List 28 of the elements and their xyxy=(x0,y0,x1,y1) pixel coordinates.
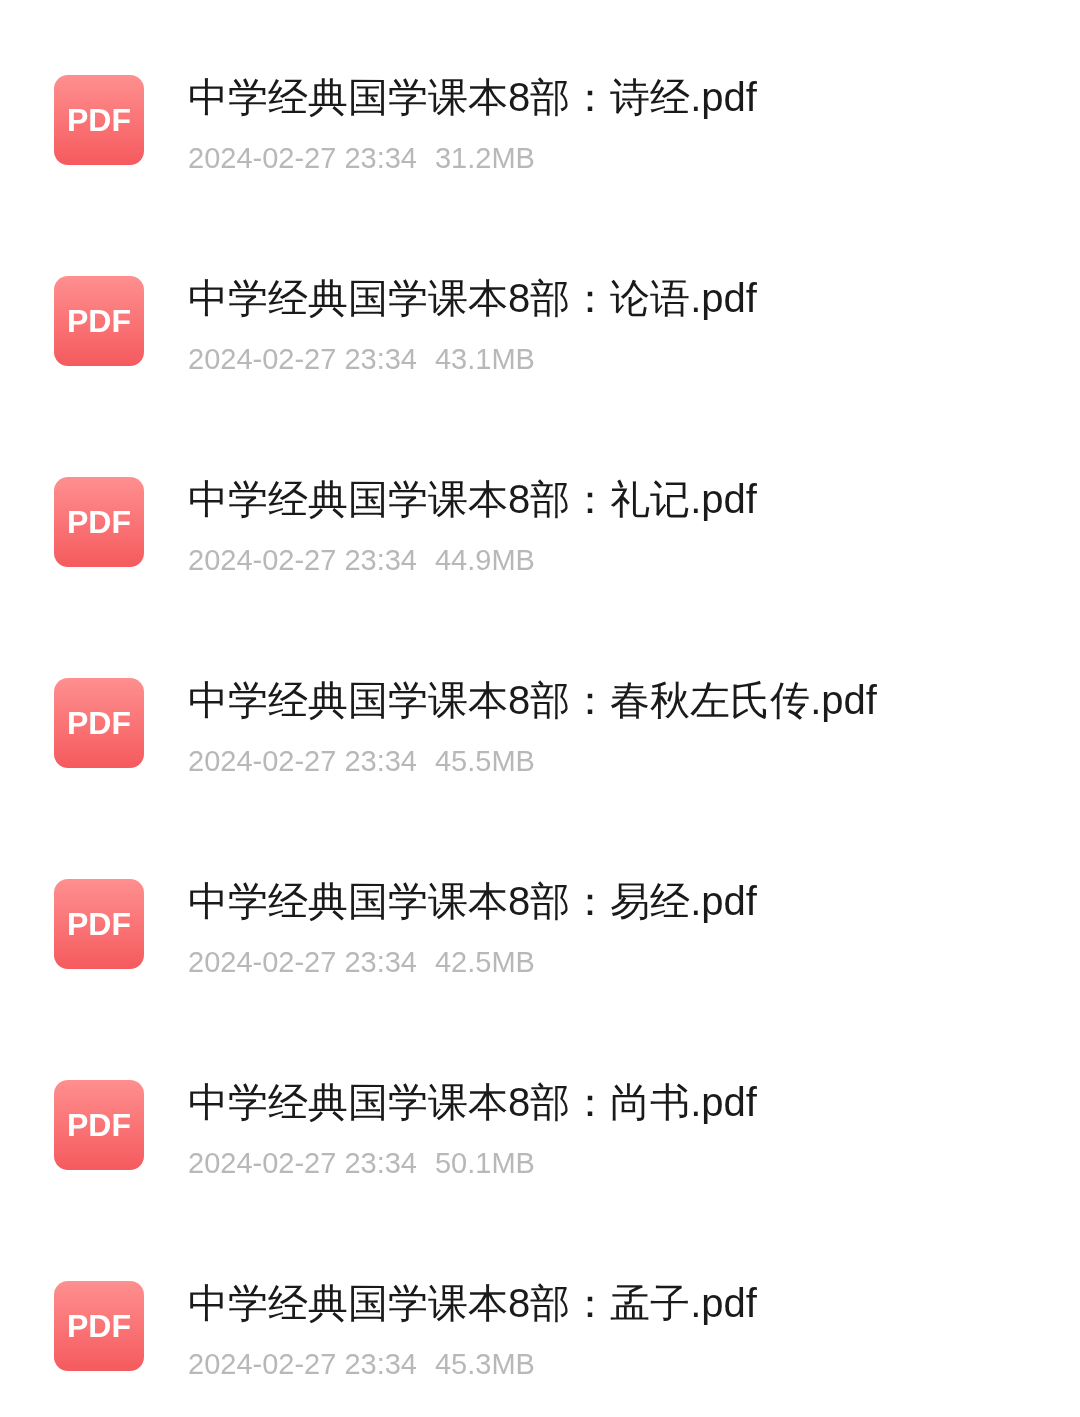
pdf-file-icon: PDF xyxy=(54,1080,144,1170)
file-size: 45.3MB xyxy=(435,1347,535,1381)
file-size: 50.1MB xyxy=(435,1146,535,1180)
file-size: 31.2MB xyxy=(435,141,535,175)
file-date: 2024-02-27 23:34 xyxy=(188,744,417,778)
file-name[interactable]: 中学经典国学课本8部：孟子.pdf xyxy=(188,1281,757,1325)
file-name[interactable]: 中学经典国学课本8部：礼记.pdf xyxy=(188,477,757,521)
file-size: 43.1MB xyxy=(435,342,535,376)
pdf-file-icon: PDF xyxy=(54,879,144,969)
pdf-file-icon: PDF xyxy=(54,276,144,366)
file-date: 2024-02-27 23:34 xyxy=(188,342,417,376)
file-date: 2024-02-27 23:34 xyxy=(188,543,417,577)
file-name[interactable]: 中学经典国学课本8部：尚书.pdf xyxy=(188,1080,757,1124)
pdf-file-icon: PDF xyxy=(54,75,144,165)
pdf-file-icon: PDF xyxy=(54,678,144,768)
file-date: 2024-02-27 23:34 xyxy=(188,1347,417,1381)
file-date: 2024-02-27 23:34 xyxy=(188,141,417,175)
file-name[interactable]: 中学经典国学课本8部：诗经.pdf xyxy=(188,75,757,119)
file-name[interactable]: 中学经典国学课本8部：春秋左氏传.pdf xyxy=(188,678,877,722)
file-size: 42.5MB xyxy=(435,945,535,979)
file-size: 45.5MB xyxy=(435,744,535,778)
file-date: 2024-02-27 23:34 xyxy=(188,945,417,979)
pdf-file-icon: PDF xyxy=(54,477,144,567)
file-name[interactable]: 中学经典国学课本8部：论语.pdf xyxy=(188,276,757,320)
file-date: 2024-02-27 23:34 xyxy=(188,1146,417,1180)
file-name[interactable]: 中学经典国学课本8部：易经.pdf xyxy=(188,879,757,923)
file-size: 44.9MB xyxy=(435,543,535,577)
pdf-file-icon: PDF xyxy=(54,1281,144,1371)
